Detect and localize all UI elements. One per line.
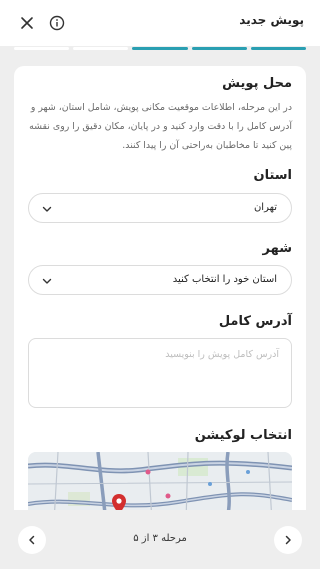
chevron-right-icon	[285, 535, 291, 545]
address-placeholder: آدرس کامل پویش را بنویسید	[165, 349, 279, 360]
location-label: انتخاب لوکیشن	[194, 428, 292, 443]
section-title: محل پویش	[222, 76, 292, 91]
province-label: استان	[253, 168, 292, 183]
step-segment-5	[13, 47, 70, 50]
location-map[interactable]	[28, 452, 292, 510]
info-button[interactable]	[46, 12, 68, 34]
city-select[interactable]: استان خود را انتخاب کنید	[28, 265, 292, 295]
location-form-card: محل پویش در این مرحله، اطلاعات موقعیت مک…	[14, 66, 306, 510]
step-segment-2	[191, 47, 247, 50]
step-segment-4	[73, 47, 129, 50]
province-select[interactable]: تهران	[28, 193, 292, 223]
city-value: استان خود را انتخاب کنید	[172, 274, 277, 285]
section-description: در این مرحله، اطلاعات موقعیت مکانی پویش،…	[29, 102, 292, 151]
city-label: شهر	[262, 241, 292, 256]
chevron-down-icon	[42, 278, 52, 284]
next-step-button[interactable]	[274, 526, 302, 554]
step-indicator: مرحله ۳ از ۵	[133, 533, 187, 544]
page-title: پویش جدید	[239, 13, 304, 27]
step-segment-1	[250, 47, 306, 50]
address-label: آدرس کامل	[218, 314, 292, 329]
info-icon	[49, 15, 65, 31]
province-value: تهران	[253, 202, 277, 213]
map-pin-icon	[112, 494, 126, 510]
step-segment-3	[132, 47, 188, 50]
top-bar: پویش جدید	[0, 0, 320, 46]
close-icon	[21, 17, 33, 29]
chevron-down-icon	[42, 206, 52, 212]
bottom-navigation: مرحله ۳ از ۵	[0, 510, 320, 569]
address-textarea[interactable]: آدرس کامل پویش را بنویسید	[28, 338, 292, 408]
step-progress	[13, 47, 306, 51]
close-button[interactable]	[16, 12, 38, 34]
map-image	[28, 452, 292, 510]
